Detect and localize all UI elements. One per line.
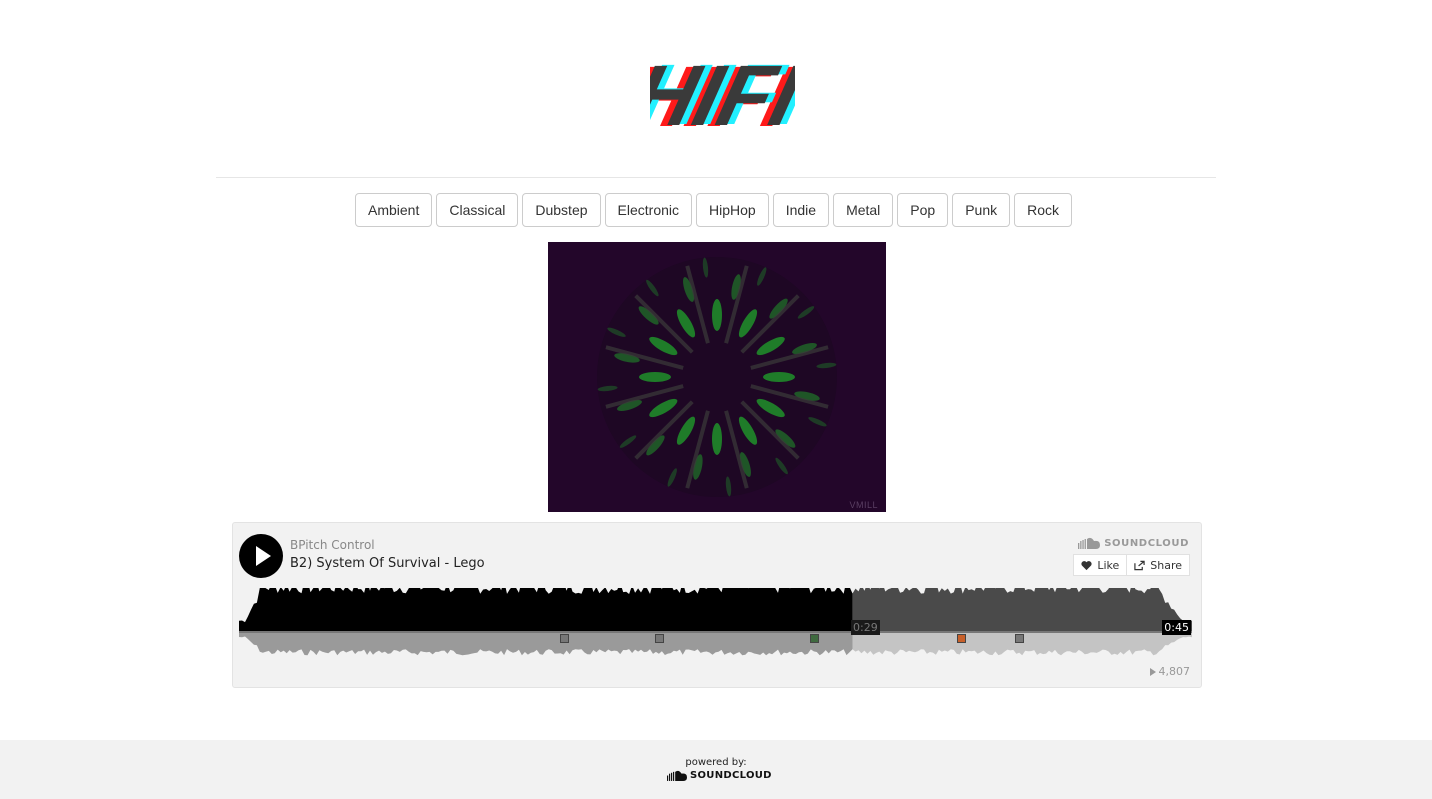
- share-label: Share: [1150, 558, 1182, 572]
- genre-button-rock[interactable]: Rock: [1014, 193, 1073, 227]
- share-icon: [1134, 560, 1145, 570]
- comment-avatar[interactable]: [810, 634, 819, 643]
- footer-soundcloud-label: SOUNDCLOUD: [690, 770, 772, 781]
- kaleidoscope-petal: [712, 423, 722, 455]
- genre-button-electronic[interactable]: Electronic: [604, 193, 692, 227]
- track-actions: Like Share: [1073, 554, 1190, 576]
- genre-button-pop[interactable]: Pop: [897, 193, 949, 227]
- kaleidoscope-petal: [763, 372, 795, 382]
- kaleidoscope-disc: [597, 257, 837, 497]
- track-title[interactable]: B2) System Of Survival - Lego: [290, 556, 485, 571]
- genre-button-metal[interactable]: Metal: [833, 193, 894, 227]
- like-button[interactable]: Like: [1073, 554, 1128, 576]
- soundcloud-icon: [1078, 537, 1101, 549]
- play-count: 4,807: [1149, 665, 1191, 678]
- footer: powered by: SOUNDCLOUD: [0, 740, 1432, 799]
- soundcloud-brand-label: SOUNDCLOUD: [1104, 537, 1189, 549]
- header-divider: [216, 177, 1216, 178]
- visualizer-watermark: VMILL: [849, 500, 878, 510]
- heart-icon: [1081, 560, 1092, 570]
- soundcloud-player: BPitch Control B2) System Of Survival - …: [232, 522, 1202, 688]
- page: HIFI HIFI HIFI Ambient Classical Dubstep…: [0, 0, 1432, 799]
- genre-button-classical[interactable]: Classical: [436, 193, 519, 227]
- kaleidoscope-graphic: [597, 257, 837, 497]
- comment-avatar[interactable]: [560, 634, 569, 643]
- footer-soundcloud-link[interactable]: SOUNDCLOUD: [667, 770, 772, 781]
- share-button[interactable]: Share: [1127, 554, 1190, 576]
- genre-button-dubstep[interactable]: Dubstep: [522, 193, 601, 227]
- genre-button-hiphop[interactable]: HipHop: [696, 193, 769, 227]
- play-count-value: 4,807: [1158, 665, 1191, 678]
- kaleidoscope-visualizer: VMILL: [548, 242, 886, 512]
- comment-avatar[interactable]: [655, 634, 664, 643]
- hifi-logo-graphic: HIFI HIFI HIFI: [615, 46, 818, 145]
- waveform-graphic: [239, 588, 1192, 656]
- comment-avatar[interactable]: [1015, 634, 1024, 643]
- total-time: 0:45: [1162, 620, 1191, 635]
- play-count-icon: [1149, 667, 1156, 676]
- genre-button-punk[interactable]: Punk: [952, 193, 1011, 227]
- comment-avatar[interactable]: [957, 634, 966, 643]
- waveform[interactable]: [239, 588, 1192, 656]
- soundcloud-brand[interactable]: SOUNDCLOUD: [1078, 537, 1189, 549]
- kaleidoscope-petal: [639, 372, 671, 382]
- soundcloud-icon: [667, 770, 687, 781]
- like-label: Like: [1097, 558, 1120, 572]
- waveform-baseline: [239, 631, 1192, 633]
- hifi-logo[interactable]: HIFI HIFI HIFI: [615, 46, 818, 145]
- powered-by-label: powered by:: [685, 757, 747, 768]
- logo-main-layer: HIFI: [650, 50, 795, 132]
- play-icon[interactable]: [239, 534, 283, 578]
- kaleidoscope-petal: [712, 299, 722, 331]
- current-time: 0:29: [851, 620, 880, 635]
- genre-button-bar: Ambient Classical Dubstep Electronic Hip…: [355, 193, 1073, 227]
- genre-button-ambient[interactable]: Ambient: [355, 193, 433, 227]
- track-artist[interactable]: BPitch Control: [290, 538, 375, 552]
- genre-button-indie[interactable]: Indie: [772, 193, 830, 227]
